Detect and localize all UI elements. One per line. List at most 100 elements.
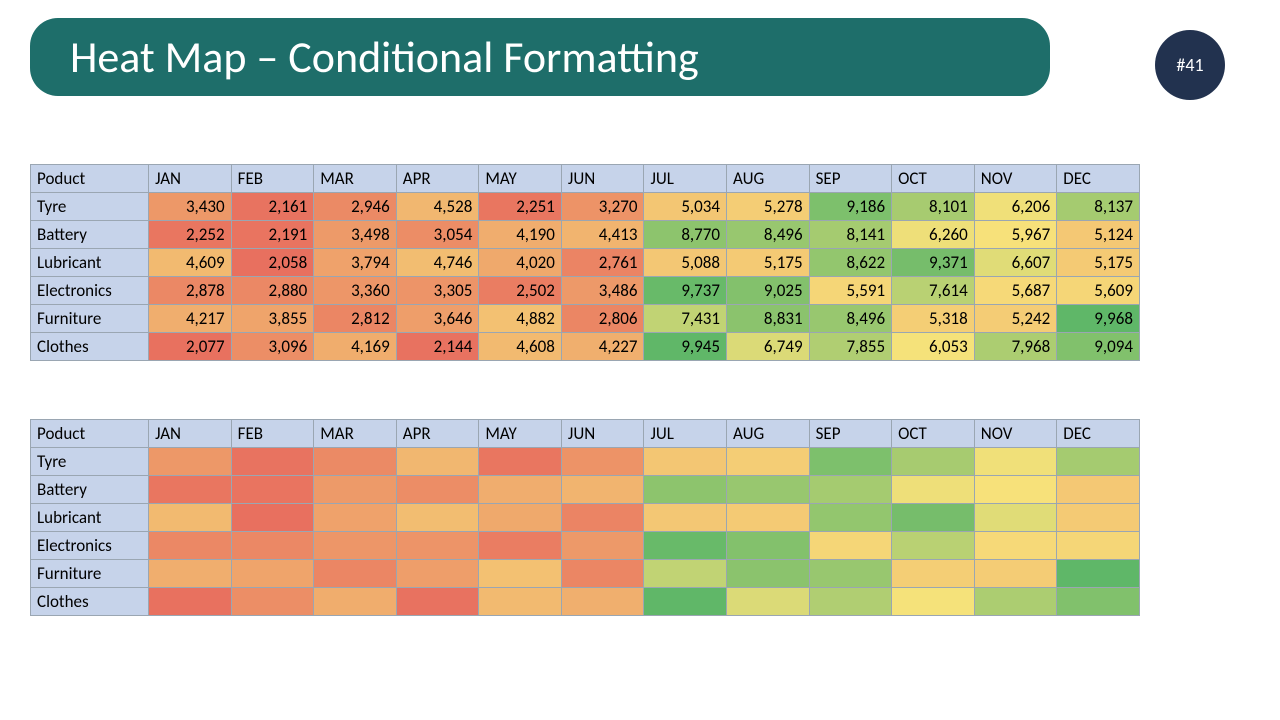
table-row: Tyre xyxy=(31,448,1140,476)
heatmap-cell xyxy=(479,448,562,476)
heatmap-cell xyxy=(809,560,892,588)
heatmap-cell: 3,054 xyxy=(396,221,479,249)
heatmap-cell xyxy=(1057,504,1140,532)
heatmap-cell xyxy=(149,504,232,532)
table-header-month: FEB xyxy=(231,165,314,193)
heatmap-cell xyxy=(644,588,727,616)
table-header-product: Poduct xyxy=(31,165,149,193)
heatmap-cell: 3,498 xyxy=(314,221,397,249)
heatmap-cell: 9,371 xyxy=(892,249,975,277)
heatmap-cell xyxy=(892,504,975,532)
heatmap-cell xyxy=(231,560,314,588)
row-header: Lubricant xyxy=(31,504,149,532)
heatmap-cell: 2,502 xyxy=(479,277,562,305)
heatmap-cell xyxy=(1057,588,1140,616)
heatmap-cell xyxy=(727,448,810,476)
table-header-month: FEB xyxy=(231,420,314,448)
table-header-month: APR xyxy=(396,165,479,193)
heatmap-cell xyxy=(974,448,1057,476)
heatmap-cell: 2,946 xyxy=(314,193,397,221)
heatmap-cell: 8,496 xyxy=(809,305,892,333)
heatmap-cell: 3,430 xyxy=(149,193,232,221)
row-header: Electronics xyxy=(31,277,149,305)
heatmap-cell xyxy=(809,448,892,476)
table-header-product: Poduct xyxy=(31,420,149,448)
heatmap-cell: 4,190 xyxy=(479,221,562,249)
table-header-month: SEP xyxy=(809,165,892,193)
heatmap-cell xyxy=(561,588,644,616)
heatmap-cell: 2,812 xyxy=(314,305,397,333)
heatmap-cell: 8,770 xyxy=(644,221,727,249)
table-header-month: DEC xyxy=(1057,165,1140,193)
heatmap-cell: 3,486 xyxy=(561,277,644,305)
heatmap-cell: 5,088 xyxy=(644,249,727,277)
heatmap-cell xyxy=(231,476,314,504)
table-spacer xyxy=(30,361,1250,419)
row-header: Clothes xyxy=(31,333,149,361)
heatmap-cell: 5,278 xyxy=(727,193,810,221)
heatmap-cell: 9,025 xyxy=(727,277,810,305)
slide-title-text: Heat Map – Conditional Formatting xyxy=(70,30,699,84)
heatmap-cell: 5,124 xyxy=(1057,221,1140,249)
heatmap-colors-only: PoductJANFEBMARAPRMAYJUNJULAUGSEPOCTNOVD… xyxy=(30,419,1140,616)
heatmap-cell xyxy=(231,504,314,532)
heatmap-cell: 3,270 xyxy=(561,193,644,221)
heatmap-cell: 7,431 xyxy=(644,305,727,333)
table-row: Lubricant4,6092,0583,7944,7464,0202,7615… xyxy=(31,249,1140,277)
heatmap-cell xyxy=(479,588,562,616)
heatmap-cell: 8,831 xyxy=(727,305,810,333)
slide-title: Heat Map – Conditional Formatting xyxy=(30,18,1050,96)
heatmap-cell: 4,217 xyxy=(149,305,232,333)
heatmap-cell xyxy=(727,560,810,588)
heatmap-cell: 2,878 xyxy=(149,277,232,305)
heatmap-cell: 4,020 xyxy=(479,249,562,277)
table-row: Battery2,2522,1913,4983,0544,1904,4138,7… xyxy=(31,221,1140,249)
heatmap-cell xyxy=(892,476,975,504)
heatmap-cell xyxy=(892,588,975,616)
heatmap-cell: 2,761 xyxy=(561,249,644,277)
heatmap-cell xyxy=(644,448,727,476)
heatmap-cell: 5,318 xyxy=(892,305,975,333)
heatmap-cell: 2,252 xyxy=(149,221,232,249)
heatmap-cell xyxy=(1057,448,1140,476)
heatmap-cell xyxy=(809,588,892,616)
heatmap-cell: 5,687 xyxy=(974,277,1057,305)
table-row: Furniture xyxy=(31,560,1140,588)
heatmap-cell: 5,175 xyxy=(1057,249,1140,277)
heatmap-cell: 4,169 xyxy=(314,333,397,361)
heatmap-cell: 4,608 xyxy=(479,333,562,361)
heatmap-cell: 8,496 xyxy=(727,221,810,249)
heatmap-cell xyxy=(561,532,644,560)
heatmap-cell: 4,882 xyxy=(479,305,562,333)
table-header-month: AUG xyxy=(727,420,810,448)
heatmap-cell xyxy=(314,504,397,532)
heatmap-with-values: PoductJANFEBMARAPRMAYJUNJULAUGSEPOCTNOVD… xyxy=(30,164,1140,361)
heatmap-cell xyxy=(149,476,232,504)
heatmap-cell: 9,737 xyxy=(644,277,727,305)
heatmap-cell: 5,175 xyxy=(727,249,810,277)
heatmap-cell: 2,191 xyxy=(231,221,314,249)
heatmap-cell xyxy=(149,588,232,616)
heatmap-cell xyxy=(561,504,644,532)
heatmap-cell: 4,227 xyxy=(561,333,644,361)
heatmap-cell: 2,161 xyxy=(231,193,314,221)
row-header: Tyre xyxy=(31,193,149,221)
heatmap-cell xyxy=(809,476,892,504)
heatmap-cell xyxy=(396,532,479,560)
heatmap-cell xyxy=(149,560,232,588)
table-header-month: AUG xyxy=(727,165,810,193)
heatmap-cell xyxy=(644,560,727,588)
heatmap-cell xyxy=(396,504,479,532)
table-header-month: NOV xyxy=(974,165,1057,193)
table-header-month: APR xyxy=(396,420,479,448)
heatmap-cell: 8,141 xyxy=(809,221,892,249)
heatmap-cell xyxy=(809,532,892,560)
table-row: Tyre3,4302,1612,9464,5282,2513,2705,0345… xyxy=(31,193,1140,221)
table-header-month: JUL xyxy=(644,420,727,448)
table-header-month: JAN xyxy=(149,165,232,193)
table-header-month: JUL xyxy=(644,165,727,193)
heatmap-cell: 6,749 xyxy=(727,333,810,361)
table-header-month: DEC xyxy=(1057,420,1140,448)
table-header-month: MAY xyxy=(479,165,562,193)
heatmap-cell xyxy=(396,560,479,588)
